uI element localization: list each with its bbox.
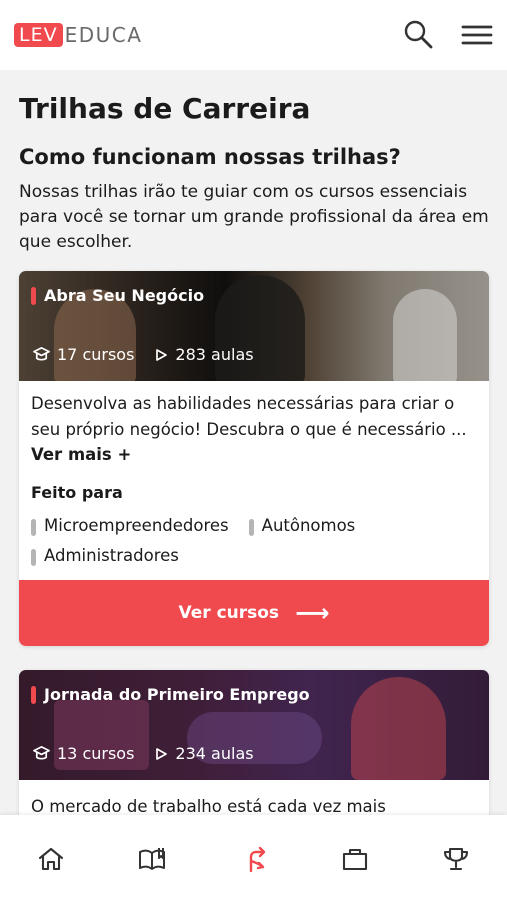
lesson-count-label: 234 aulas: [175, 744, 254, 763]
briefcase-icon[interactable]: [340, 844, 370, 874]
see-courses-button[interactable]: Ver cursos ⟶: [19, 580, 489, 646]
graduation-cap-icon: [33, 746, 50, 760]
see-courses-label: Ver cursos: [178, 603, 280, 623]
see-more-link[interactable]: Ver mais +: [31, 445, 131, 464]
track-description: Desenvolva as habilidades necessárias pa…: [31, 391, 481, 468]
play-icon: [156, 348, 168, 361]
arrow-right-icon: ⟶: [295, 599, 330, 627]
bottom-navigation: [0, 815, 507, 900]
audience-list: Microempreendedores Autônomos Administra…: [31, 511, 481, 571]
track-stats: 13 cursos 234 aulas: [33, 744, 274, 763]
home-icon[interactable]: [36, 844, 66, 874]
track-title: Jornada do Primeiro Emprego: [31, 684, 310, 706]
course-count-label: 13 cursos: [57, 744, 135, 763]
audience-title: Feito para: [31, 483, 123, 502]
graduation-cap-icon: [33, 347, 50, 361]
menu-icon[interactable]: [460, 18, 494, 52]
audience-tag: Microempreendedores: [31, 511, 229, 541]
trophy-icon[interactable]: [441, 844, 471, 874]
play-icon: [156, 747, 168, 760]
career-track-card: Jornada do Primeiro Emprego 13 cursos 23…: [19, 670, 489, 815]
course-count: 13 cursos: [33, 744, 134, 763]
page-title: Trilhas de Carreira: [19, 92, 311, 125]
track-image: Jornada do Primeiro Emprego 13 cursos 23…: [19, 670, 489, 780]
logo-educa-text: EDUCA: [64, 23, 143, 47]
person-center-shape: [215, 275, 305, 381]
logo-lev-text: LEV: [14, 23, 63, 47]
track-title: Abra Seu Negócio: [31, 285, 204, 307]
career-route-icon[interactable]: [240, 844, 270, 874]
track-description: O mercado de trabalho está cada vez mais: [31, 797, 386, 815]
book-icon[interactable]: [137, 844, 167, 874]
career-track-card: Abra Seu Negócio 17 cursos 283 aulas Des…: [19, 271, 489, 646]
person-right-shape: [393, 289, 457, 381]
person-shape: [351, 677, 446, 780]
section-heading: Como funcionam nossas trilhas?: [19, 145, 401, 169]
top-bar: LEV EDUCA: [0, 0, 507, 70]
track-image: Abra Seu Negócio 17 cursos 283 aulas: [19, 271, 489, 381]
track-stats: 17 cursos 283 aulas: [33, 345, 274, 364]
track-description-text: Desenvolva as habilidades necessárias pa…: [31, 394, 467, 439]
search-icon[interactable]: [401, 18, 435, 52]
course-count: 17 cursos: [33, 345, 134, 364]
course-count-label: 17 cursos: [57, 345, 135, 364]
main-content: Trilhas de Carreira Como funcionam nossa…: [0, 70, 507, 815]
lesson-count-label: 283 aulas: [175, 345, 254, 364]
audience-tag: Autônomos: [248, 511, 355, 541]
lesson-count: 234 aulas: [154, 744, 254, 763]
leveduca-logo[interactable]: LEV EDUCA: [14, 22, 142, 48]
intro-text: Nossas trilhas irão te guiar com os curs…: [19, 182, 489, 252]
lesson-count: 283 aulas: [154, 345, 254, 364]
audience-tag: Administradores: [31, 541, 179, 571]
